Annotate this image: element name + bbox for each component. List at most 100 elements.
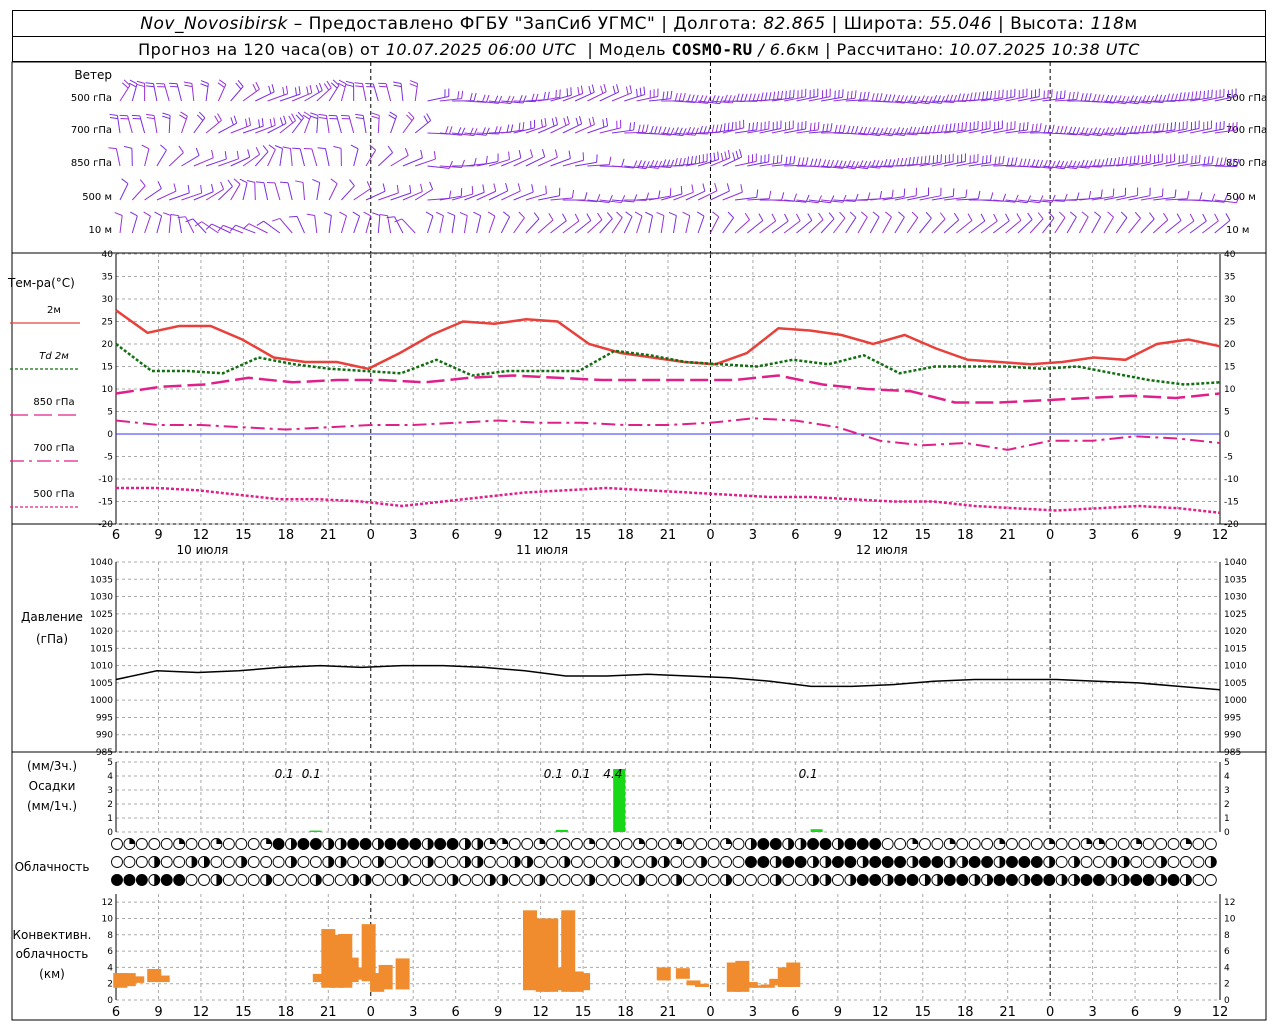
cloud-symbol	[285, 874, 297, 886]
cloud-symbol-fill	[1049, 838, 1055, 844]
wind-barb-flag	[237, 80, 244, 87]
prec-ytick-right: 4	[1224, 772, 1230, 782]
wind-barb-flag	[485, 94, 490, 103]
wind-barb-flag	[977, 190, 981, 199]
wind-barb-flag	[255, 81, 260, 90]
wind-barb-flag	[1037, 212, 1044, 220]
cloud-symbol	[148, 838, 161, 850]
cloud-symbol	[682, 874, 695, 886]
temp-ytick-left: 20	[102, 340, 114, 350]
wind-barb	[287, 182, 293, 201]
cloud-symbol	[695, 874, 708, 886]
temp-ytick-right: 25	[1224, 318, 1235, 328]
wind-barb	[168, 215, 172, 234]
cloud-symbol	[446, 856, 459, 868]
wind-barb-flag	[712, 211, 720, 218]
wind-barb-flag	[338, 79, 347, 85]
wind-barb-flag	[1072, 91, 1075, 100]
wind-barb-flag	[797, 157, 801, 166]
cloud-symbol-fill	[216, 874, 222, 886]
wind-barb-flag	[1211, 155, 1214, 164]
wind-barb-flag	[1043, 124, 1047, 133]
cloud-symbol	[732, 856, 745, 868]
wind-barb-flag	[1055, 91, 1058, 100]
cloud-symbol-fill	[1123, 874, 1130, 886]
cloud-symbol-fill	[1061, 874, 1068, 886]
temp-xtick-label: 18	[278, 528, 295, 543]
conv-ytick-left: 6	[107, 947, 113, 957]
cloud-symbol	[222, 874, 235, 886]
wind-barb-flag	[1019, 158, 1023, 167]
wind-barb	[414, 120, 431, 134]
wind-barb	[156, 149, 167, 167]
cloud-symbol-fill	[1185, 838, 1192, 844]
wind-barb-flag	[409, 80, 418, 84]
wind-barb	[372, 83, 379, 102]
wind-barb-flag	[146, 85, 155, 88]
wind-barb-flag	[420, 149, 423, 158]
wind-barb-flag	[839, 211, 846, 219]
wind-barb-flag	[547, 91, 550, 100]
wind-barb-flag	[1146, 124, 1149, 133]
wind-barb-flag	[694, 94, 699, 103]
prec-unit-3h: (мм/3ч.)	[27, 759, 77, 773]
conv-xtick-label: 21	[660, 1005, 677, 1020]
wind-barb-flag	[269, 118, 273, 127]
wind-barb-flag	[990, 90, 993, 99]
wind-barb-flag	[1058, 211, 1066, 218]
wind-barb-flag	[785, 156, 788, 165]
wind-barb	[623, 216, 633, 234]
conv-ytick-left: 4	[107, 963, 113, 973]
wind-barb	[476, 215, 482, 234]
wind-barb-flag	[1039, 123, 1042, 132]
cloud-symbol	[1204, 838, 1217, 850]
wind-barb-flag	[1174, 121, 1177, 130]
wind-barb-flag	[236, 150, 239, 159]
wind-barb-flag	[309, 85, 313, 94]
wind-barb	[562, 220, 580, 234]
cloud-symbol-fill	[974, 874, 981, 886]
wind-barb-flag	[625, 211, 633, 217]
cloud-symbol	[1192, 838, 1205, 850]
cloud-symbol	[657, 874, 670, 886]
wind-barb-flag	[352, 211, 360, 217]
wind-barb	[1042, 217, 1055, 234]
wind-barb-flag	[146, 117, 155, 120]
wind-barb-flag	[429, 181, 434, 190]
wind-barb-flag	[1121, 156, 1124, 165]
wind-barb	[279, 218, 293, 234]
wind-barb-flag	[1006, 157, 1010, 166]
wind-barb-flag	[571, 189, 575, 199]
cloud-symbol	[583, 856, 596, 868]
wind-barb-flag	[662, 91, 665, 100]
wind-barb-flag	[1022, 122, 1025, 131]
wind-barb-flag	[506, 124, 510, 133]
wind-barb-flag	[850, 125, 855, 134]
cloud-symbol	[570, 838, 583, 850]
wind-barb-flag	[154, 211, 162, 217]
wind-barb-flag	[872, 211, 880, 218]
cloud-symbol-fill	[1049, 856, 1055, 868]
wind-barb	[348, 115, 355, 134]
wind-barb-flag	[680, 186, 683, 195]
wind-barb	[205, 188, 224, 201]
wind-barb-flag	[776, 91, 780, 100]
wind-barb-flag	[977, 92, 981, 101]
wind-barb-flag	[282, 146, 291, 149]
wind-barb-flag	[885, 211, 892, 218]
wind-barb	[267, 149, 276, 167]
cloud-symbol	[1167, 838, 1180, 850]
wind-barb-flag	[163, 212, 172, 216]
wind-barb-flag	[634, 211, 643, 217]
wind-barb-flag	[924, 155, 927, 164]
prec-unit-1h: (мм/1ч.)	[27, 799, 77, 813]
temp-xtick-label: 15	[914, 528, 931, 543]
wind-barb-flag	[908, 157, 911, 166]
conv-title-line2: облачность	[16, 947, 89, 961]
wind-barb-flag	[217, 225, 224, 232]
cloud-symbol-fill	[1185, 874, 1192, 886]
cloud-symbol-fill	[639, 838, 645, 844]
wind-barb-flag	[1031, 123, 1034, 132]
wind-barb	[341, 185, 355, 201]
wind-barb-flag	[967, 213, 973, 221]
